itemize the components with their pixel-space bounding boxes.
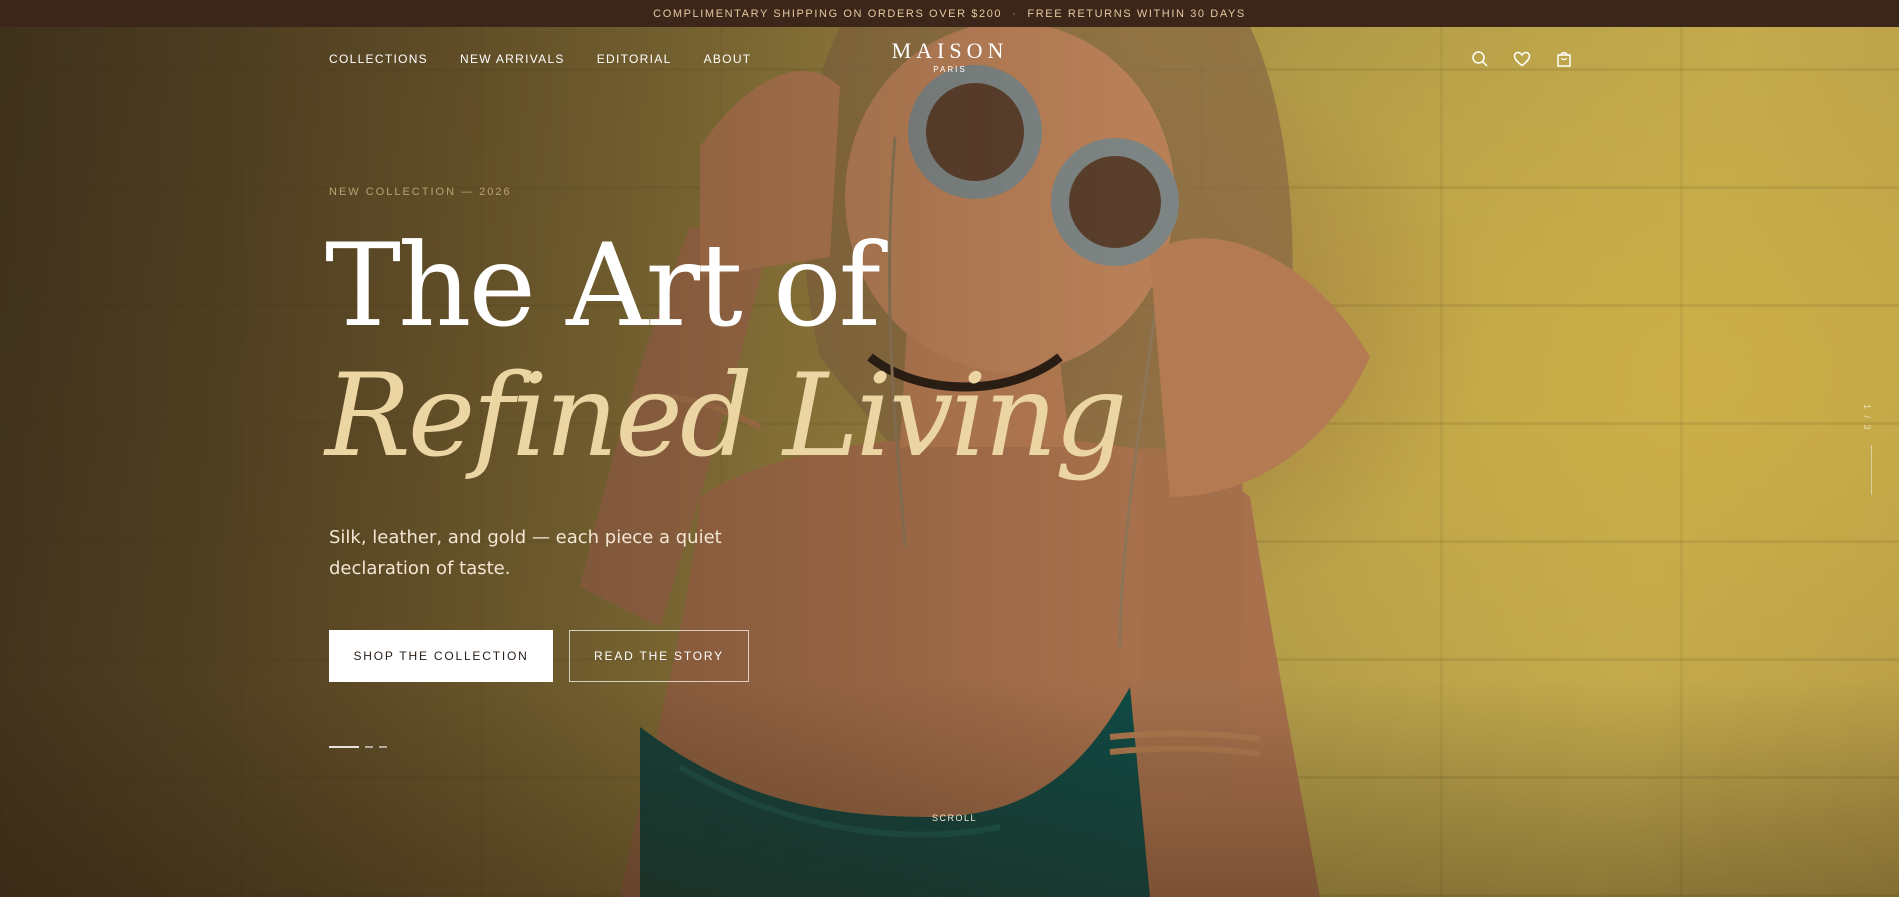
read-story-button[interactable]: READ THE STORY bbox=[569, 630, 749, 682]
slide-counter: 1 / 3 bbox=[1862, 404, 1872, 432]
slide-dot-2[interactable] bbox=[365, 746, 373, 748]
slide-dot-3[interactable] bbox=[379, 746, 387, 748]
announcement-bar: COMPLIMENTARY SHIPPING ON ORDERS OVER $2… bbox=[0, 0, 1899, 27]
logo-wordmark: MAISON bbox=[891, 38, 1009, 63]
announcement-separator: · bbox=[1012, 7, 1018, 20]
scroll-indicator[interactable]: SCROLL bbox=[932, 813, 977, 823]
search-icon[interactable] bbox=[1470, 49, 1490, 69]
slide-indicator bbox=[329, 746, 387, 748]
nav-link-collections[interactable]: COLLECTIONS bbox=[329, 52, 428, 66]
hero-eyebrow: NEW COLLECTION — 2026 bbox=[329, 186, 512, 198]
shopping-bag-icon[interactable] bbox=[1554, 49, 1574, 69]
hero-headline-line1: The Art of bbox=[325, 219, 881, 352]
hero-subcopy: Silk, leather, and gold — each piece a q… bbox=[329, 527, 722, 579]
heart-icon[interactable] bbox=[1512, 49, 1532, 69]
logo-subtitle: PARIS bbox=[933, 65, 967, 74]
shop-collection-button[interactable]: SHOP THE COLLECTION bbox=[329, 630, 553, 682]
slide-dot-1[interactable] bbox=[329, 746, 359, 748]
announcement-shipping: COMPLIMENTARY SHIPPING ON ORDERS OVER $2… bbox=[653, 7, 1003, 20]
nav-link-new-arrivals[interactable]: NEW ARRIVALS bbox=[460, 52, 565, 66]
nav-link-about[interactable]: ABOUT bbox=[704, 52, 752, 66]
slide-counter-line bbox=[1871, 445, 1872, 495]
nav-link-editorial[interactable]: EDITORIAL bbox=[597, 52, 672, 66]
nav-icons bbox=[1470, 49, 1574, 69]
nav-links: COLLECTIONS NEW ARRIVALS EDITORIAL ABOUT bbox=[329, 52, 751, 66]
main-nav: COLLECTIONS NEW ARRIVALS EDITORIAL ABOUT… bbox=[0, 27, 1899, 93]
brand-logo[interactable]: MAISON PARIS bbox=[885, 38, 1015, 75]
hero-headline-line2: Refined Living bbox=[325, 349, 1127, 482]
announcement-returns: FREE RETURNS WITHIN 30 DAYS bbox=[1027, 7, 1246, 20]
